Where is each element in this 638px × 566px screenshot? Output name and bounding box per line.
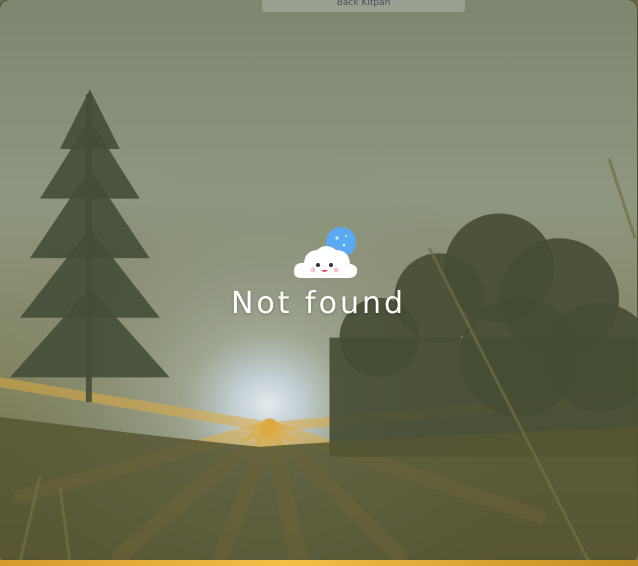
top-hint-label: Back Kitpan	[336, 0, 391, 8]
cloud-moon-face-icon	[293, 227, 357, 278]
top-hint-bar[interactable]: Back Kitpan	[262, 0, 465, 12]
app-window: Back Kitpan Not found	[0, 0, 637, 562]
not-found-empty-state: Not found	[0, 226, 637, 321]
not-found-message: Not found	[230, 286, 407, 321]
desktop-bottom-strip	[0, 560, 638, 566]
